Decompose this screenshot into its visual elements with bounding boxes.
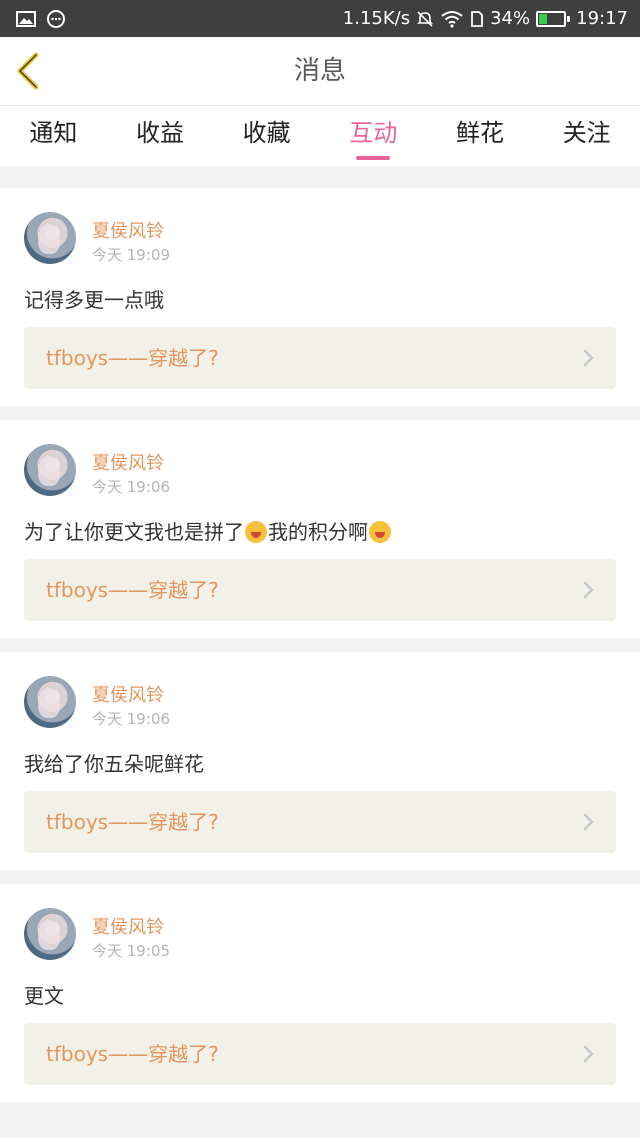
message-list: 夏侯风铃 今天 19:09 记得多更一点哦 tfboys——穿越了? 夏侯风铃 … [0, 188, 640, 1116]
top-nav-bar: 消息 [0, 37, 640, 106]
message-time: 今天 19:06 [92, 710, 170, 728]
message-card: 夏侯风铃 今天 19:09 记得多更一点哦 tfboys——穿越了? [0, 188, 640, 406]
network-speed: 1.15K/s [342, 8, 411, 29]
message-text: 更文 [24, 984, 64, 1008]
username[interactable]: 夏侯风铃 [92, 681, 164, 707]
message-text: 我给了你五朵呢鲜花 [24, 752, 204, 776]
avatar[interactable] [24, 212, 76, 264]
message-text: 为了让你更文我也是拼了 我的积分啊 [24, 516, 392, 545]
tab-following[interactable]: 关注 [533, 106, 640, 166]
story-link-title: tfboys——穿越了? [46, 1042, 219, 1066]
status-bar: 1.15K/s 34% 19:17 [0, 0, 640, 37]
message-time: 今天 19:05 [92, 942, 170, 960]
chevron-right-icon [582, 348, 594, 368]
status-bar-right: 1.15K/s 34% 19:17 [343, 8, 640, 29]
wifi-icon [440, 10, 464, 28]
story-link-title: tfboys——穿越了? [46, 578, 219, 602]
avatar[interactable] [24, 444, 76, 496]
battery-icon [536, 10, 571, 27]
message-card: 夏侯风铃 今天 19:06 为了让你更文我也是拼了 我的积分啊 tfboys——穿… [0, 420, 640, 638]
status-bar-left [0, 9, 66, 29]
message-card: 夏侯风铃 今天 19:06 我给了你五朵呢鲜花 tfboys——穿越了? [0, 652, 640, 870]
story-link[interactable]: tfboys——穿越了? [24, 327, 616, 389]
avatar[interactable] [24, 908, 76, 960]
crying-emoji-icon [245, 521, 267, 543]
story-link[interactable]: tfboys——穿越了? [24, 559, 616, 621]
crying-emoji-icon [369, 521, 391, 543]
username[interactable]: 夏侯风铃 [92, 913, 164, 939]
tab-interactions[interactable]: 互动 [320, 106, 427, 166]
username[interactable]: 夏侯风铃 [92, 449, 164, 475]
chevron-right-icon [582, 1044, 594, 1064]
story-link[interactable]: tfboys——穿越了? [24, 1023, 616, 1085]
active-tab-indicator [356, 156, 391, 160]
chat-bubble-icon [46, 9, 66, 29]
message-text: 记得多更一点哦 [24, 288, 164, 312]
tab-favorites[interactable]: 收藏 [213, 106, 320, 166]
tab-bar: 通知 收益 收藏 互动 鲜花 关注 [0, 106, 640, 166]
tab-earnings[interactable]: 收益 [107, 106, 214, 166]
page-title: 消息 [293, 56, 346, 86]
clock-time: 19:17 [576, 8, 628, 29]
tab-flowers[interactable]: 鲜花 [427, 106, 534, 166]
tab-notifications[interactable]: 通知 [0, 106, 107, 166]
story-link-title: tfboys——穿越了? [46, 810, 219, 834]
story-link-title: tfboys——穿越了? [46, 346, 219, 370]
mute-icon [416, 10, 434, 28]
message-card: 夏侯风铃 今天 19:05 更文 tfboys——穿越了? [0, 884, 640, 1102]
image-icon [16, 10, 36, 27]
chevron-right-icon [582, 812, 594, 832]
avatar[interactable] [24, 676, 76, 728]
chevron-right-icon [582, 580, 594, 600]
story-link[interactable]: tfboys——穿越了? [24, 791, 616, 853]
sim-icon [470, 10, 484, 28]
message-time: 今天 19:09 [92, 246, 170, 264]
message-time: 今天 19:06 [92, 478, 170, 496]
battery-percent: 34% [490, 8, 531, 29]
username[interactable]: 夏侯风铃 [92, 217, 164, 243]
